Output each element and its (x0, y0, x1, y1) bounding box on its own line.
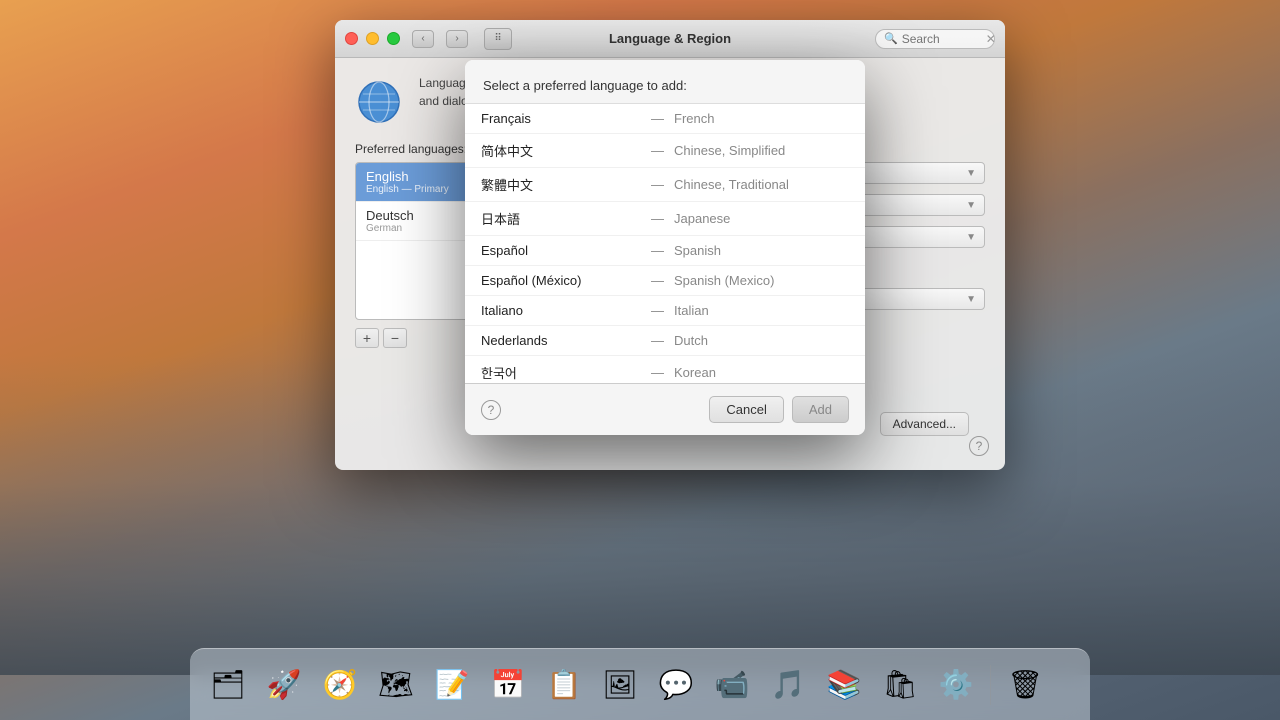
lang-list-item[interactable]: Français — French (465, 104, 865, 134)
lang-native-name: 简体中文 (481, 141, 641, 160)
lang-dash: — (651, 211, 664, 226)
lang-english-name: Japanese (674, 211, 730, 226)
dock-icon-trash[interactable]: 🗑 (999, 659, 1051, 711)
lang-dash: — (651, 243, 664, 258)
dock-icon-photos[interactable]: 🖼 (594, 659, 646, 711)
close-button[interactable] (345, 32, 358, 45)
dialog-help-button[interactable]: ? (481, 400, 501, 420)
dock-icon-safari[interactable]: 🧭 (314, 659, 366, 711)
lang-dash: — (651, 111, 664, 126)
dock-icon-facetime[interactable]: 📹 (706, 659, 758, 711)
lang-dash: — (651, 333, 664, 348)
lang-native-name: 日本語 (481, 209, 641, 228)
search-clear-icon[interactable]: ✕ (986, 32, 996, 46)
lang-english-name: Chinese, Traditional (674, 177, 789, 192)
minimize-button[interactable] (366, 32, 379, 45)
search-box[interactable]: 🔍 ✕ (875, 29, 995, 49)
footer-actions: Cancel Add (709, 396, 849, 423)
dock-icon-appstore[interactable]: 🛍 (874, 659, 926, 711)
advanced-button[interactable]: Advanced... (880, 412, 969, 436)
lang-native-name: 한국어 (481, 363, 641, 382)
lang-native-name: Français (481, 111, 641, 126)
dock-icon-maps[interactable]: 🗺 (370, 659, 422, 711)
titlebar: ‹ › ⠿ Language & Region 🔍 ✕ (335, 20, 1005, 58)
globe-icon (355, 78, 403, 126)
lang-native-name: Español (México) (481, 273, 641, 288)
window-title: Language & Region (609, 31, 731, 46)
lang-dash: — (651, 273, 664, 288)
help-button[interactable]: ? (969, 436, 989, 456)
search-icon: 🔍 (884, 32, 898, 45)
lang-list-item[interactable]: Español — Spanish (465, 236, 865, 266)
lang-name-deutsch: Deutsch (366, 208, 479, 223)
add-button[interactable]: Add (792, 396, 849, 423)
dock-icon-calendar[interactable]: 📅 (482, 659, 534, 711)
lang-english-name: Dutch (674, 333, 708, 348)
lang-english-name: Italian (674, 303, 709, 318)
lang-list-item[interactable]: 日本語 — Japanese (465, 202, 865, 236)
lang-dash: — (651, 143, 664, 158)
lang-list-item[interactable]: Italiano — Italian (465, 296, 865, 326)
dock-icon-messages[interactable]: 💬 (650, 659, 702, 711)
dock-icon-books[interactable]: 📚 (818, 659, 870, 711)
lang-english-name: French (674, 111, 714, 126)
dock-icon-reminders[interactable]: 📋 (538, 659, 590, 711)
lang-english-name: Chinese, Simplified (674, 143, 785, 158)
dialog-footer: ? Cancel Add (465, 384, 865, 435)
dialog-title: Select a preferred language to add: (483, 78, 847, 93)
dock: 🗂🚀🧭🗺📝📅📋🖼💬📹🎵📚🛍⚙️ 🗑 (190, 648, 1090, 720)
dock-icon-systemprefs[interactable]: ⚙️ (930, 659, 982, 711)
dock-icon-launchpad[interactable]: 🚀 (258, 659, 310, 711)
lang-english-name: Spanish (Mexico) (674, 273, 774, 288)
maximize-button[interactable] (387, 32, 400, 45)
lang-list-item[interactable]: 简体中文 — Chinese, Simplified (465, 134, 865, 168)
forward-button[interactable]: › (446, 30, 468, 48)
add-lang-button[interactable]: + (355, 328, 379, 348)
grid-button[interactable]: ⠿ (484, 28, 512, 50)
lang-native-name: Español (481, 243, 641, 258)
desktop: ‹ › ⠿ Language & Region 🔍 ✕ Language & R… (0, 0, 1280, 720)
back-button[interactable]: ‹ (412, 30, 434, 48)
lang-native-name: Italiano (481, 303, 641, 318)
dock-icon-finder[interactable]: 🗂 (202, 659, 254, 711)
lang-name-english: English (366, 169, 479, 184)
dock-separator (990, 665, 991, 705)
lang-native-name: Nederlands (481, 333, 641, 348)
lang-sub-english: English — Primary (366, 184, 479, 195)
dialog-header: Select a preferred language to add: (465, 60, 865, 104)
lang-list-item[interactable]: Nederlands — Dutch (465, 326, 865, 356)
language-list-container[interactable]: Français — French 简体中文 — Chinese, Simplified 繁… (465, 104, 865, 384)
lang-native-name: 繁體中文 (481, 175, 641, 194)
cancel-button[interactable]: Cancel (709, 396, 783, 423)
lang-english-name: Spanish (674, 243, 721, 258)
lang-dash: — (651, 177, 664, 192)
lang-list-item[interactable]: Español (México) — Spanish (Mexico) (465, 266, 865, 296)
remove-lang-button[interactable]: − (383, 328, 407, 348)
lang-english-name: Korean (674, 365, 716, 380)
lang-dash: — (651, 303, 664, 318)
lang-list-item[interactable]: 繁體中文 — Chinese, Traditional (465, 168, 865, 202)
dock-icon-notes[interactable]: 📝 (426, 659, 478, 711)
lang-dash: — (651, 365, 664, 380)
search-input[interactable] (902, 32, 982, 46)
language-picker-dialog: Select a preferred language to add: Fran… (465, 60, 865, 435)
dock-icon-itunes[interactable]: 🎵 (762, 659, 814, 711)
lang-sub-deutsch: German (366, 223, 479, 234)
lang-list-item[interactable]: 한국어 — Korean (465, 356, 865, 384)
